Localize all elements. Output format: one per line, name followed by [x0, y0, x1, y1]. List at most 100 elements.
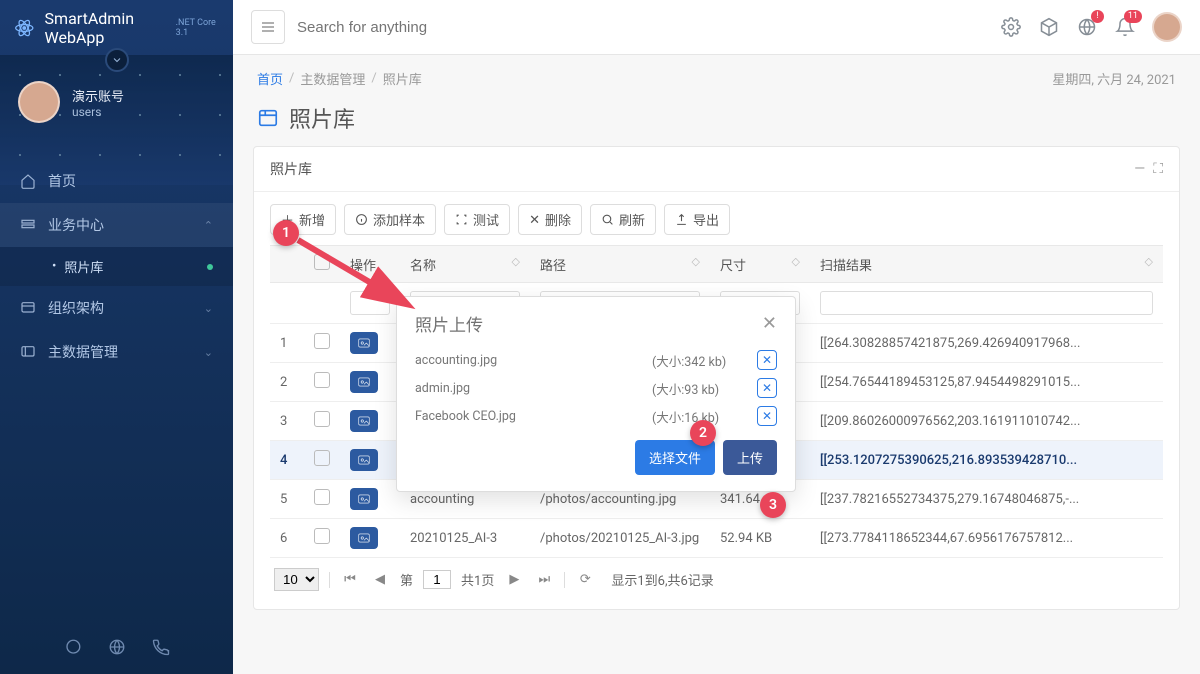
remove-file[interactable]: ✕: [757, 406, 777, 426]
row-action[interactable]: [350, 449, 378, 471]
first-page[interactable]: ⏮: [340, 570, 360, 590]
annotation-2: 2: [690, 420, 716, 446]
chevron-down-icon: [111, 54, 123, 66]
globe-button[interactable]: !: [1076, 16, 1098, 38]
export-icon: [675, 213, 688, 226]
col-scan[interactable]: 扫描结果◇: [810, 246, 1163, 283]
page-size[interactable]: 10: [274, 568, 319, 591]
refresh-button[interactable]: 刷新: [590, 204, 656, 235]
avatar: [18, 81, 60, 123]
globe-icon[interactable]: [108, 638, 126, 656]
nav-biz[interactable]: 业务中心 ⌃: [0, 203, 233, 247]
upload-file-line: accounting.jpg(大小:342 kb)✕: [415, 346, 777, 374]
brand[interactable]: SmartAdmin WebApp .NET Core 3.1: [0, 0, 233, 55]
search-icon: [601, 213, 614, 226]
page-number[interactable]: [423, 570, 451, 589]
row-action[interactable]: [350, 332, 378, 354]
globe-badge: !: [1091, 10, 1104, 23]
prev-page[interactable]: ◀: [370, 570, 390, 590]
cube-button[interactable]: [1038, 16, 1060, 38]
crumb-home[interactable]: 首页: [257, 69, 283, 88]
dialog-close[interactable]: ✕: [762, 313, 777, 334]
row-checkbox[interactable]: [314, 333, 330, 349]
next-page[interactable]: ▶: [504, 570, 524, 590]
upload-file-line: Facebook CEO.jpg(大小:16 kb)✕: [415, 402, 777, 430]
settings-button[interactable]: [1000, 16, 1022, 38]
home-icon: [20, 173, 36, 189]
menu-icon: [260, 19, 276, 35]
sidebar-toggle[interactable]: [105, 48, 129, 72]
org-icon: [20, 300, 36, 316]
topbar: ! 11: [233, 0, 1200, 55]
breadcrumb: 首页 / 主数据管理 / 照片库 星期四, 六月 24, 2021: [233, 55, 1200, 102]
row-checkbox[interactable]: [314, 489, 330, 505]
panel-fullscreen[interactable]: ⛶: [1153, 161, 1163, 177]
bell-button[interactable]: 11: [1114, 16, 1136, 38]
col-size[interactable]: 尺寸◇: [710, 246, 810, 283]
col-path[interactable]: 路径◇: [530, 246, 710, 283]
row-action[interactable]: [350, 488, 378, 510]
chevron-up-icon: ⌃: [204, 219, 213, 232]
search-input[interactable]: [297, 19, 988, 36]
annotation-1: 1: [273, 220, 299, 246]
user-role: users: [72, 105, 124, 119]
nav-master[interactable]: 主数据管理 ⌄: [0, 330, 233, 374]
scan-icon: [455, 213, 468, 226]
phone-icon[interactable]: [152, 638, 170, 656]
row-action[interactable]: [350, 371, 378, 393]
panel-header: 照片库 — ⛶: [254, 147, 1179, 192]
brand-name: SmartAdmin WebApp: [45, 9, 166, 47]
table-row[interactable]: 620210125_AI-3/photos/20210125_AI-3.jpg5…: [270, 519, 1163, 558]
last-page[interactable]: ⏭: [534, 570, 554, 590]
remove-file[interactable]: ✕: [757, 378, 777, 398]
row-checkbox[interactable]: [314, 411, 330, 427]
info-icon: [355, 213, 368, 226]
row-checkbox[interactable]: [314, 528, 330, 544]
layers-icon: [20, 217, 36, 233]
nav-org[interactable]: 组织架构 ⌄: [0, 286, 233, 330]
crumb-1[interactable]: 主数据管理: [300, 69, 365, 88]
nav-org-label: 组织架构: [48, 298, 104, 318]
date-label: 星期四, 六月 24, 2021: [1052, 69, 1176, 88]
cube-icon: [1039, 17, 1059, 37]
logo-icon: [14, 15, 35, 41]
data-icon: [20, 344, 36, 360]
row-checkbox[interactable]: [314, 450, 330, 466]
row-checkbox[interactable]: [314, 372, 330, 388]
panel-title: 照片库: [270, 159, 312, 179]
delete-button[interactable]: ✕删除: [518, 204, 582, 235]
upload-file-line: admin.jpg(大小:93 kb)✕: [415, 374, 777, 402]
page-title: 照片库: [233, 102, 1200, 146]
panel-minimize[interactable]: —: [1134, 161, 1145, 177]
pager-summary: 显示1到6,共6记录: [611, 570, 713, 589]
chevron-down-icon: ⌄: [204, 302, 213, 315]
brand-badge: .NET Core 3.1: [176, 18, 219, 38]
nav-biz-photos[interactable]: • 照片库: [0, 247, 233, 286]
remove-file[interactable]: ✕: [757, 350, 777, 370]
test-button[interactable]: 测试: [444, 204, 510, 235]
filter-scan[interactable]: [820, 291, 1153, 315]
user-name: 演示账号: [72, 86, 124, 105]
annotation-3: 3: [760, 492, 786, 518]
gear-icon: [1001, 17, 1021, 37]
pager: 10 ⏮ ◀ 第 共1页 ▶ ⏭ ⟳ 显示1到6,共6记录: [270, 558, 1163, 593]
menu-toggle[interactable]: [251, 10, 285, 44]
crumb-2: 照片库: [383, 69, 422, 88]
export-button[interactable]: 导出: [664, 204, 730, 235]
chat-icon[interactable]: [64, 638, 82, 656]
sidebar: SmartAdmin WebApp .NET Core 3.1 演示账号 use…: [0, 0, 233, 674]
reload[interactable]: ⟳: [575, 570, 595, 590]
upload-button[interactable]: 上传: [723, 440, 777, 475]
bell-badge: 11: [1124, 10, 1142, 23]
nav-home[interactable]: 首页: [0, 159, 233, 203]
topbar-avatar[interactable]: [1152, 12, 1182, 42]
active-dot-icon: [207, 264, 213, 270]
nav-biz-photos-label: 照片库: [64, 257, 103, 276]
sidebar-footer: [0, 620, 233, 674]
nav-home-label: 首页: [48, 171, 76, 191]
annotation-arrow: [290, 228, 420, 318]
window-icon: [257, 107, 279, 129]
row-action[interactable]: [350, 527, 378, 549]
dialog-title: 照片上传: [415, 311, 483, 336]
row-action[interactable]: [350, 410, 378, 432]
